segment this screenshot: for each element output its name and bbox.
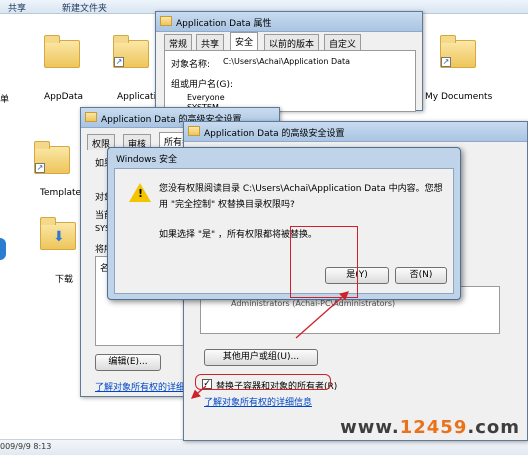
windows-security-dialog: Windows 安全 ! 您没有权限阅读目录 C:\Users\Achai\Ap… <box>107 147 461 300</box>
yes-button-highlight-box <box>290 226 358 298</box>
checkbox-highlight-box <box>195 374 331 390</box>
edit-button[interactable]: 编辑(E)... <box>95 354 161 371</box>
folder-icon-templates[interactable]: ↗ <box>34 141 70 174</box>
folder-icon-appdata[interactable] <box>44 35 80 68</box>
download-arrow-icon: ⬇ <box>53 229 65 245</box>
object-name-label: 对象名称: <box>171 60 211 70</box>
watermark-prefix: www. <box>340 417 400 438</box>
user-everyone[interactable]: Everyone <box>187 93 225 102</box>
folder-label-templates[interactable]: Templates <box>40 188 86 198</box>
folder-icon-my-documents[interactable]: ↗ <box>440 35 476 68</box>
properties-window: Application Data 属性 常规 共享 安全 以前的版本 自定义 对… <box>155 11 423 112</box>
group-users-label: 组或用户名(G): <box>171 80 234 90</box>
other-users-groups-button[interactable]: 其他用户或组(U)... <box>204 349 318 366</box>
folder-label-downloads[interactable]: 下载 <box>55 272 73 285</box>
watermark-brand: 12459 <box>399 417 468 438</box>
object-name-value: C:\Users\Achai\Application Data <box>223 57 351 66</box>
folder-icon-application-data[interactable]: ↗ <box>113 35 149 68</box>
tab-security[interactable]: 安全 <box>230 32 259 50</box>
dialog-message-line1: 您没有权限阅读目录 C:\Users\Achai\Application Dat… <box>159 184 443 194</box>
status-bar: 009/9/9 8:13 <box>0 439 528 455</box>
properties-title: Application Data 属性 <box>176 19 272 29</box>
shortcut-arrow-icon: ↗ <box>114 57 124 67</box>
status-date: 009/9/9 8:13 <box>0 442 52 451</box>
folder-label-appdata[interactable]: AppData <box>44 92 83 102</box>
dialog-body: ! 您没有权限阅读目录 C:\Users\Achai\Application D… <box>114 168 454 294</box>
security-panel: 对象名称: C:\Users\Achai\Application Data 组或… <box>164 50 416 112</box>
dialog-message-line2: 用 "完全控制" 权替换目录权限吗? <box>159 200 295 210</box>
advanced-front-title: Application Data 的高级安全设置 <box>204 129 345 139</box>
administrators-entry[interactable]: Administrators (Achai-PC\Administrators) <box>231 299 395 308</box>
properties-titlebar[interactable]: Application Data 属性 <box>156 12 422 32</box>
tab-customize[interactable]: 自定义 <box>324 34 362 50</box>
folder-small-icon <box>85 112 97 122</box>
watermark-suffix: .com <box>467 417 520 438</box>
folder-small-icon <box>160 16 172 26</box>
shortcut-arrow-icon: ↗ <box>35 163 45 173</box>
no-button[interactable]: 否(N) <box>395 267 447 284</box>
advanced-front-titlebar[interactable]: Application Data 的高级安全设置 <box>184 122 527 142</box>
tab-general[interactable]: 常规 <box>164 34 193 50</box>
toolbar-share-button[interactable]: 共享 <box>8 1 26 14</box>
ownership-help-link-front[interactable]: 了解对象所有权的详细信息 <box>204 395 312 408</box>
dialog-title: Windows 安全 <box>116 155 178 165</box>
site-watermark: www.12459.com <box>340 417 520 438</box>
warning-icon: ! <box>129 183 151 202</box>
folder-small-icon <box>188 126 200 136</box>
folder-icon-downloads[interactable]: ⬇ <box>40 217 76 250</box>
left-pane-fragment: 单 <box>0 95 10 105</box>
shortcut-arrow-icon: ↗ <box>441 57 451 67</box>
tab-sharing[interactable]: 共享 <box>196 34 225 50</box>
globe-icon <box>0 238 6 260</box>
toolbar-new-folder-button[interactable]: 新建文件夹 <box>62 1 107 14</box>
tab-previous-versions[interactable]: 以前的版本 <box>264 34 320 50</box>
folder-label-my-documents[interactable]: My Documents <box>425 92 492 102</box>
